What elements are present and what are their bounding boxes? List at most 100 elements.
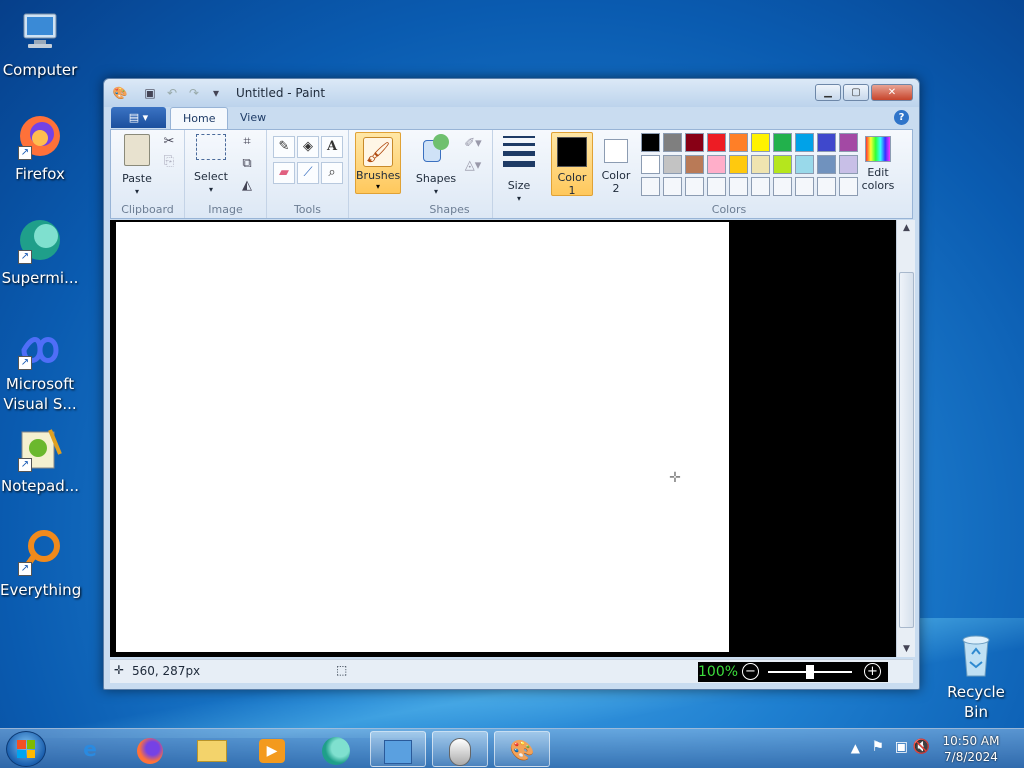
rotate-icon[interactable]: ◭ (237, 176, 257, 196)
desktop-icon-everything[interactable]: ↗ Everything (0, 528, 81, 600)
palette-swatch[interactable] (751, 133, 770, 152)
edit-colors-button[interactable]: Edit colors (855, 132, 901, 196)
palette-swatch[interactable] (663, 155, 682, 174)
color-picker-icon[interactable]: ⟋ (297, 162, 319, 184)
palette-swatch-empty[interactable] (773, 177, 792, 196)
tab-home[interactable]: Home (170, 107, 229, 129)
color1-button[interactable]: Color 1 (551, 132, 593, 197)
customize-qat-icon[interactable]: ▾ (208, 85, 224, 101)
palette-swatch[interactable] (707, 155, 726, 174)
palette-swatch-empty[interactable] (707, 177, 726, 196)
palette-swatch[interactable] (773, 133, 792, 152)
desktop-icon-label: Supermi... (1, 269, 79, 287)
volume-muted-icon[interactable]: 🔇 (913, 739, 930, 755)
brushes-button[interactable]: 🖌 Brushes ▾ (355, 132, 401, 194)
help-icon[interactable]: ? (894, 110, 909, 125)
palette-swatch[interactable] (795, 133, 814, 152)
scrollbar-thumb[interactable] (899, 272, 914, 628)
desktop-icon-firefox[interactable]: ↗ Firefox (0, 112, 80, 184)
outline-icon[interactable]: ✐▾ (463, 134, 483, 154)
maximize-button[interactable]: ▢ (843, 84, 869, 101)
paint-app-icon[interactable]: 🎨 (112, 85, 128, 101)
taskbar-paint[interactable]: 🎨 (494, 731, 550, 767)
magnifier-icon[interactable]: ⌕ (321, 162, 343, 184)
palette-swatch[interactable] (663, 133, 682, 152)
zoom-slider[interactable] (768, 665, 852, 679)
taskbar-mouse[interactable] (432, 731, 488, 767)
palette-swatch[interactable] (817, 133, 836, 152)
palette-swatch[interactable] (751, 155, 770, 174)
start-button[interactable] (6, 731, 46, 767)
taskbar-explorer[interactable] (184, 731, 240, 767)
palette-swatch-empty[interactable] (685, 177, 704, 196)
desktop-icon-supermium[interactable]: ↗ Supermi... (0, 216, 80, 288)
clock[interactable]: 10:50 AM 7/8/2024 (936, 733, 1006, 765)
palette-swatch[interactable] (795, 155, 814, 174)
palette-swatch-empty[interactable] (729, 177, 748, 196)
palette-swatch[interactable] (685, 155, 704, 174)
group-tools: ✎ ◈ A ▰ ⟋ ⌕ Tools (267, 130, 349, 218)
zoom-in-icon[interactable]: + (864, 663, 881, 680)
tab-view[interactable]: View (228, 107, 278, 129)
cut-icon[interactable]: ✂ (159, 132, 179, 152)
color2-button[interactable]: Color 2 (595, 132, 637, 196)
fill-shape-icon[interactable]: ◬▾ (463, 156, 483, 176)
desktop-icon-label: Firefox (15, 165, 65, 183)
zoom-out-icon[interactable]: − (742, 663, 759, 680)
size-button[interactable]: Size ▾ (499, 134, 539, 205)
status-bar: ✛ 560, 287px ⬚ 100% − + (110, 659, 913, 683)
palette-swatch[interactable] (817, 155, 836, 174)
vertical-scrollbar[interactable]: ▲ ▼ (896, 220, 915, 657)
palette-swatch[interactable] (729, 155, 748, 174)
taskbar-firefox[interactable] (122, 731, 178, 767)
palette-swatch-empty[interactable] (751, 177, 770, 196)
desktop-icon-computer[interactable]: Computer (0, 8, 80, 80)
palette-swatch-empty[interactable] (795, 177, 814, 196)
show-hidden-icons-icon[interactable]: ▲ (851, 741, 860, 755)
palette-swatch-empty[interactable] (641, 177, 660, 196)
palette-swatch-empty[interactable] (817, 177, 836, 196)
minimize-button[interactable]: ▁ (815, 84, 841, 101)
select-button[interactable]: Select ▾ (191, 134, 231, 196)
redo-icon[interactable]: ↷ (186, 85, 202, 101)
desktop-icon-visual-studio[interactable]: ↗ Microsoft Visual S... (0, 330, 80, 414)
palette-swatch[interactable] (685, 133, 704, 152)
palette-swatch[interactable] (773, 155, 792, 174)
resize-icon[interactable]: ⧉ (237, 154, 257, 174)
crop-icon[interactable]: ⌗ (237, 132, 257, 152)
desktop-icon-notepad[interactable]: ↗ Notepad... (0, 424, 80, 496)
undo-icon[interactable]: ↶ (164, 85, 180, 101)
palette-swatch[interactable] (641, 155, 660, 174)
scroll-down-icon[interactable]: ▼ (897, 641, 916, 657)
ribbon-tabs: ▤ ▾ Home View ? (110, 107, 913, 129)
palette-swatch[interactable] (729, 133, 748, 152)
taskbar-control-panel[interactable] (370, 731, 426, 767)
text-icon[interactable]: A (321, 136, 343, 158)
action-center-flag-icon[interactable]: ⚑ (871, 739, 884, 755)
fill-icon[interactable]: ◈ (297, 136, 319, 158)
palette-swatch[interactable] (707, 133, 726, 152)
edit-colors-label: Edit (867, 166, 889, 179)
paste-button[interactable]: Paste ▾ (117, 134, 157, 198)
palette-swatch[interactable] (641, 133, 660, 152)
eraser-icon[interactable]: ▰ (273, 162, 295, 184)
zoom-slider-thumb[interactable] (806, 665, 814, 679)
title-bar[interactable]: 🎨 ▣ ↶ ↷ ▾ Untitled - Paint ▁ ▢ ✕ (104, 79, 919, 107)
taskbar-internet-explorer[interactable]: e (62, 731, 118, 767)
close-button[interactable]: ✕ (871, 84, 913, 101)
scroll-up-icon[interactable]: ▲ (897, 220, 916, 236)
copy-icon[interactable]: ⎘ (159, 152, 179, 172)
group-label-colors: Colors (711, 203, 747, 216)
shapes-button[interactable]: Shapes ▾ (413, 134, 459, 198)
desktop-icon-recycle-bin[interactable]: Recycle Bin (936, 630, 1016, 722)
taskbar-supermium[interactable] (308, 731, 364, 767)
save-icon[interactable]: ▣ (142, 85, 158, 101)
desktop-icon-label: Recycle Bin (947, 683, 1005, 721)
paint-menu-button[interactable]: ▤ ▾ (111, 107, 166, 128)
drawing-canvas[interactable] (116, 222, 729, 652)
network-icon[interactable]: ▣ (895, 739, 908, 755)
clock-date: 7/8/2024 (944, 750, 998, 764)
taskbar-media-player[interactable]: ▶ (244, 731, 300, 767)
palette-swatch-empty[interactable] (663, 177, 682, 196)
pencil-icon[interactable]: ✎ (273, 136, 295, 158)
